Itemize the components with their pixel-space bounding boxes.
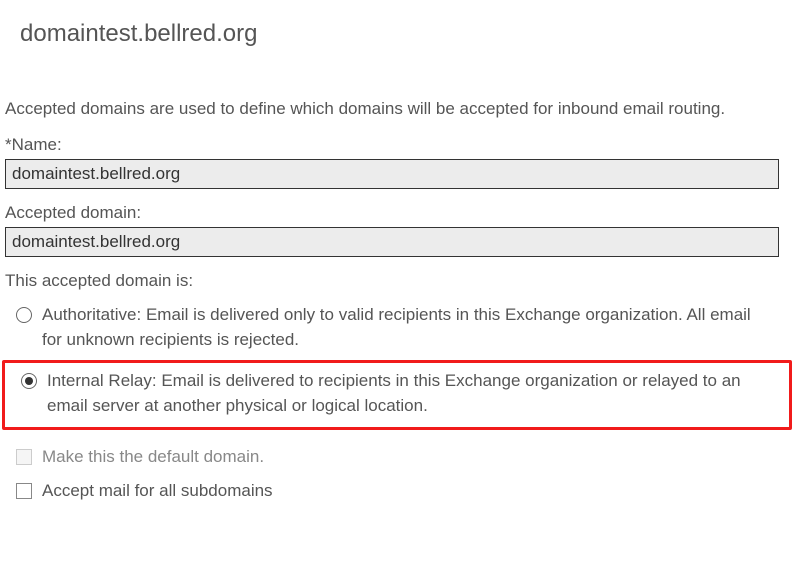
highlight-box: Internal Relay: Email is delivered to re… [2, 360, 792, 429]
accepted-domain-input[interactable] [5, 227, 779, 257]
radio-row-internal-relay[interactable]: Internal Relay: Email is delivered to re… [5, 365, 789, 422]
domain-type-heading: This accepted domain is: [0, 271, 794, 291]
checkbox-default-domain-label: Make this the default domain. [42, 446, 264, 468]
radio-authoritative[interactable] [16, 307, 32, 323]
radio-row-authoritative[interactable]: Authoritative: Email is delivered only t… [0, 299, 794, 356]
radio-internal-relay-label: Internal Relay: Email is delivered to re… [47, 369, 761, 418]
page-title: domaintest.bellred.org [0, 0, 794, 48]
name-label: *Name: [0, 135, 794, 155]
checkbox-subdomains-label: Accept mail for all subdomains [42, 480, 273, 502]
radio-authoritative-label: Authoritative: Email is delivered only t… [42, 303, 766, 352]
radio-internal-relay[interactable] [21, 373, 37, 389]
description-text: Accepted domains are used to define whic… [0, 98, 794, 121]
checkbox-row-subdomains[interactable]: Accept mail for all subdomains [0, 474, 794, 508]
checkbox-default-domain [16, 449, 32, 465]
name-input[interactable] [5, 159, 779, 189]
checkbox-subdomains[interactable] [16, 483, 32, 499]
checkbox-row-default-domain: Make this the default domain. [0, 440, 794, 474]
accepted-domain-label: Accepted domain: [0, 203, 794, 223]
